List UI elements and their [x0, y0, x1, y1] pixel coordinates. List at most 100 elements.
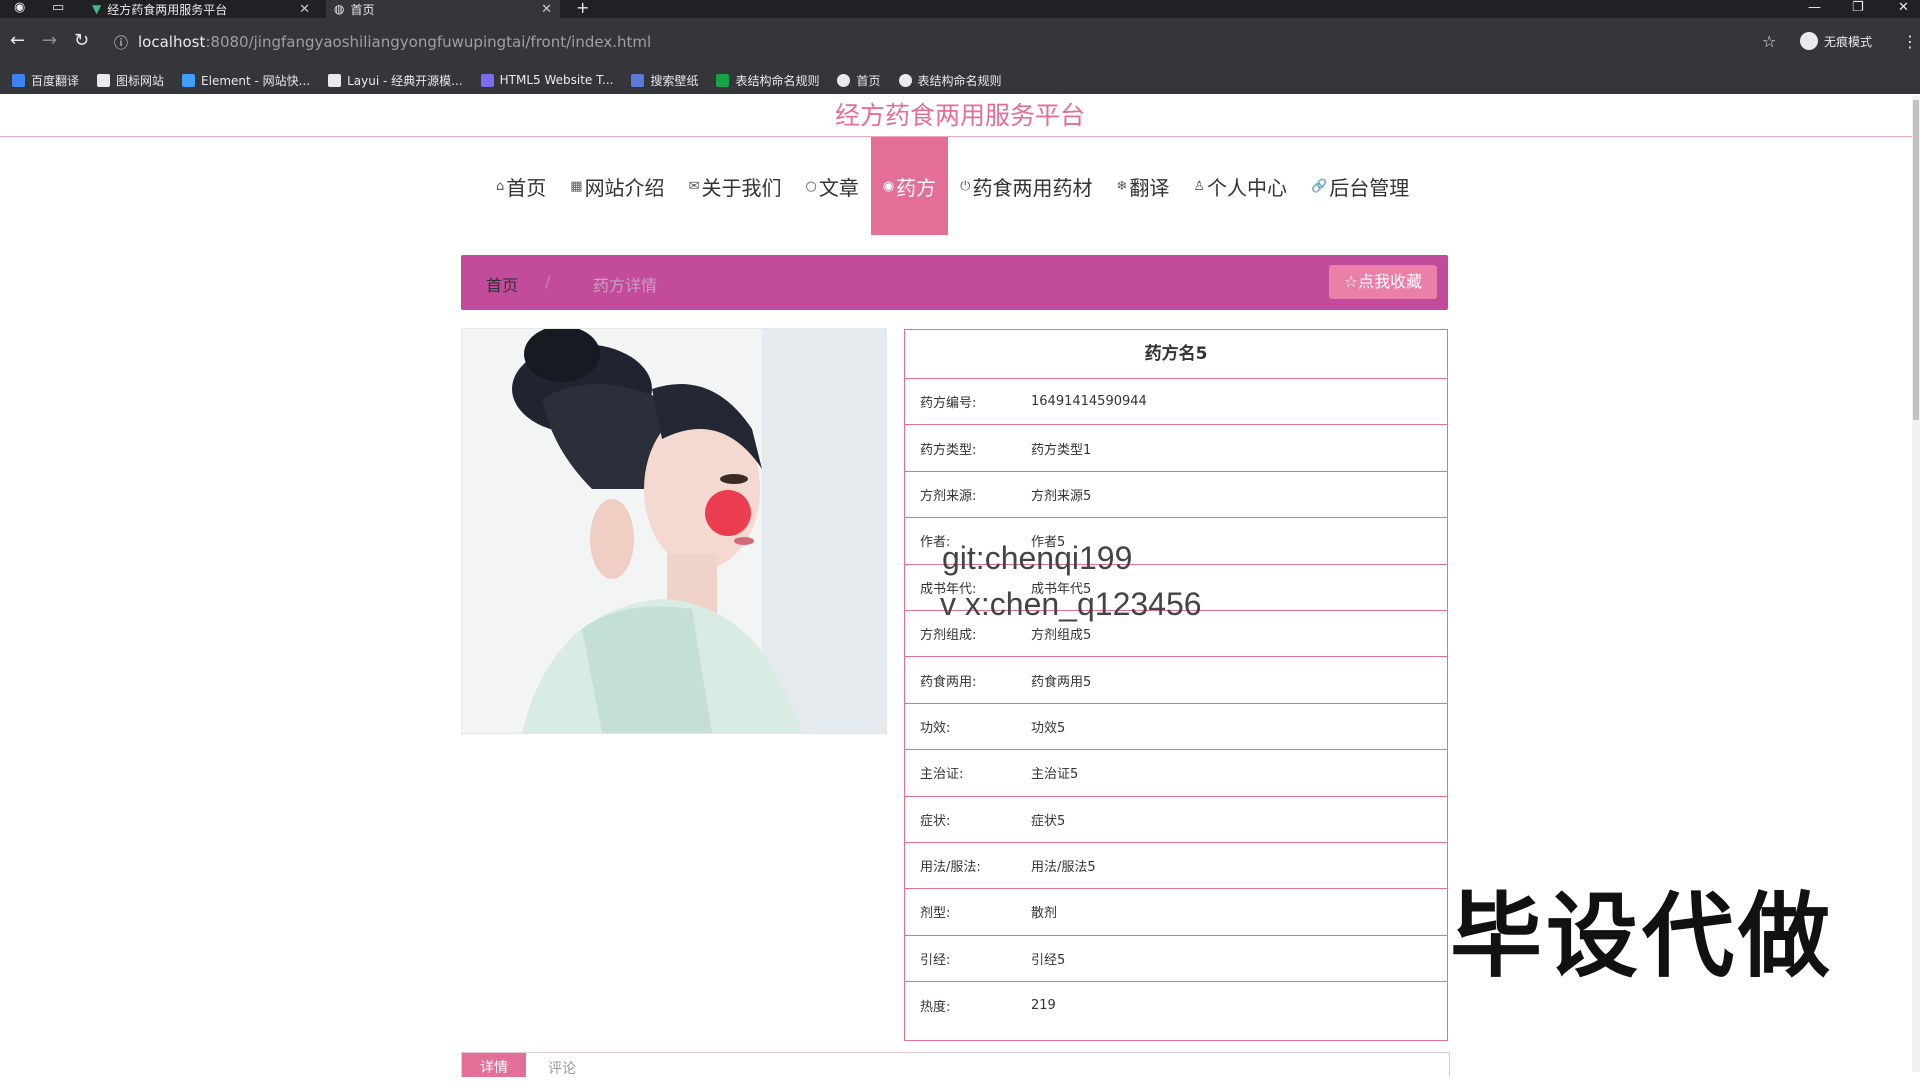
field-label: 热度: [920, 999, 951, 1015]
window-icon[interactable]: ▭ [52, 0, 64, 15]
window-close-button[interactable]: ✕ [1898, 0, 1909, 15]
nav-item-admin[interactable]: 🔗 后台管理 [1299, 137, 1421, 235]
breadcrumb-separator: / [545, 272, 551, 291]
minimize-button[interactable]: — [1808, 0, 1821, 15]
close-icon[interactable]: ✕ [299, 2, 310, 17]
field-label: 用法/服法: [920, 860, 981, 876]
detail-row: 症状: 症状5 [905, 797, 1447, 843]
mail-icon: ✉ [688, 178, 700, 194]
globe-icon [898, 73, 912, 87]
nav-item-home[interactable]: ⌂ 首页 [484, 137, 558, 235]
bookmark-item[interactable]: 图标网站 [97, 72, 164, 89]
snowflake-icon: ❄ [1116, 178, 1128, 194]
nav-item-recipes[interactable]: ◉ 药方 [870, 137, 949, 235]
wallpaper-icon [631, 73, 645, 87]
browser-tab-bar: ◉ ▭ ▼ 经方药食两用服务平台 ✕ ◍ 首页 ✕ + — ❐ ✕ [0, 0, 1920, 18]
restore-button[interactable]: ❐ [1852, 0, 1864, 15]
nav-item-site-intro[interactable]: ▦ 网站介绍 [558, 137, 676, 235]
circle-icon: ○ [805, 178, 817, 194]
tab-detail[interactable]: 详情 [462, 1053, 526, 1077]
menu-icon[interactable]: ⋮ [1902, 32, 1918, 51]
nav-label: 个人中心 [1207, 175, 1288, 200]
field-value: 方剂来源5 [1031, 488, 1092, 504]
bookmark-label: 表结构命名规则 [735, 73, 820, 88]
bookmark-item[interactable]: Layui - 经典开源模... [328, 72, 463, 89]
nav-item-profile[interactable]: ♙ 个人中心 [1181, 137, 1299, 235]
field-label: 方剂组成: [920, 628, 977, 644]
grid-icon: ▦ [570, 178, 583, 194]
field-label: 药方类型: [920, 442, 977, 458]
info-icon[interactable]: ⓘ [114, 33, 128, 53]
cursor-highlight [705, 490, 751, 536]
bookmark-label: Element - 网站快... [201, 73, 311, 88]
bookmark-label: 图标网站 [116, 73, 165, 88]
incognito-indicator[interactable]: 无痕模式 [1800, 32, 1872, 50]
bookmark-item[interactable]: 表结构命名规则 [898, 72, 1002, 89]
url-field[interactable]: localhost:8080/jingfangyaoshiliangyongfu… [138, 28, 1788, 56]
field-value: 引经5 [1031, 952, 1066, 968]
close-icon[interactable]: ✕ [541, 2, 552, 17]
dot-icon: ◉ [882, 178, 895, 194]
detail-row: 热度: 219 [905, 982, 1447, 1028]
globe-icon: ◍ [334, 2, 345, 16]
nav-item-articles[interactable]: ○ 文章 [793, 137, 870, 235]
nav-item-about[interactable]: ✉ 关于我们 [677, 137, 794, 235]
breadcrumb-home[interactable]: 首页 [486, 272, 518, 296]
bookmark-item[interactable]: Element - 网站快... [182, 72, 310, 89]
watermark-line: v x:chen_q123456 [940, 586, 1202, 622]
html5-icon [480, 73, 494, 87]
field-value: 方剂组成5 [1031, 628, 1092, 644]
bookmarks-bar: 百度翻译 图标网站 Element - 网站快... Layui - 经典开源模… [0, 66, 1920, 94]
nav-label: 后台管理 [1329, 175, 1410, 200]
nav-label: 文章 [818, 175, 859, 200]
bookmark-item[interactable]: HTML5 Website T... [480, 73, 614, 87]
new-tab-button[interactable]: + [576, 0, 589, 17]
recipe-detail-table: 药方名5 药方编号: 16491414590944 药方类型: 药方类型1 方剂来源… [904, 329, 1448, 1041]
reload-button[interactable]: ↻ [74, 30, 89, 51]
field-value: 主治证5 [1031, 767, 1079, 783]
forward-button[interactable]: → [42, 30, 57, 51]
bookmark-item[interactable]: 表结构命名规则 [716, 72, 819, 89]
back-button[interactable]: ← [10, 30, 25, 51]
detail-row: 药食两用: 药食两用5 [905, 657, 1447, 704]
detail-row: 用法/服法: 用法/服法5 [905, 843, 1447, 890]
field-value: 16491414590944 [1031, 394, 1147, 410]
star-icon[interactable]: ☆ [1762, 32, 1776, 51]
bookmark-label: 百度翻译 [31, 73, 80, 88]
nav-item-herbs[interactable]: ⏻ 药食两用药材 [948, 137, 1104, 235]
field-value: 药方类型1 [1031, 442, 1092, 458]
tab-comments[interactable]: 评论 [548, 1058, 576, 1078]
field-value: 功效5 [1031, 720, 1066, 736]
nav-item-translate[interactable]: ❄ 翻译 [1104, 137, 1181, 235]
bookmark-label: HTML5 Website T... [499, 73, 614, 87]
field-label: 药方编号: [920, 396, 977, 412]
watermark-line: git:chenqi199 [942, 540, 1133, 576]
link-icon: 🔗 [1311, 178, 1328, 194]
bookmark-item[interactable]: 百度翻译 [12, 72, 79, 89]
detail-row: 药方类型: 药方类型1 [905, 425, 1447, 472]
field-label: 症状: [920, 813, 951, 829]
nav-label: 网站介绍 [584, 175, 665, 200]
field-label: 引经: [920, 952, 951, 968]
tab-platform[interactable]: ▼ 经方药食两用服务平台 ✕ [84, 0, 318, 18]
url-path: :8080/jingfangyaoshiliangyongfuwupingtai… [205, 33, 652, 51]
tab-home[interactable]: ◍ 首页 ✕ [326, 0, 560, 18]
field-value: 219 [1031, 997, 1056, 1013]
bookmark-label: Layui - 经典开源模... [347, 73, 463, 88]
favorite-button[interactable]: ☆点我收藏 [1329, 265, 1437, 299]
scrollbar-thumb[interactable] [1913, 100, 1919, 420]
bookmark-item[interactable]: 首页 [837, 72, 881, 89]
overlay-banner-text: 毕设代做 [1450, 883, 1835, 990]
globe-icon [837, 73, 851, 87]
portrait-illustration [462, 329, 886, 733]
bookmark-item[interactable]: 搜索壁纸 [631, 72, 698, 89]
incognito-label: 无痕模式 [1824, 34, 1873, 49]
user-icon: ♙ [1193, 178, 1206, 194]
field-label: 药食两用: [920, 674, 977, 690]
bookmark-label: 首页 [856, 73, 881, 88]
detail-row: 药方编号: 16491414590944 [905, 379, 1447, 426]
nav-label: 药方 [896, 175, 937, 200]
nav-label: 关于我们 [701, 175, 782, 200]
element-icon [182, 73, 196, 87]
field-label: 功效: [920, 720, 951, 736]
